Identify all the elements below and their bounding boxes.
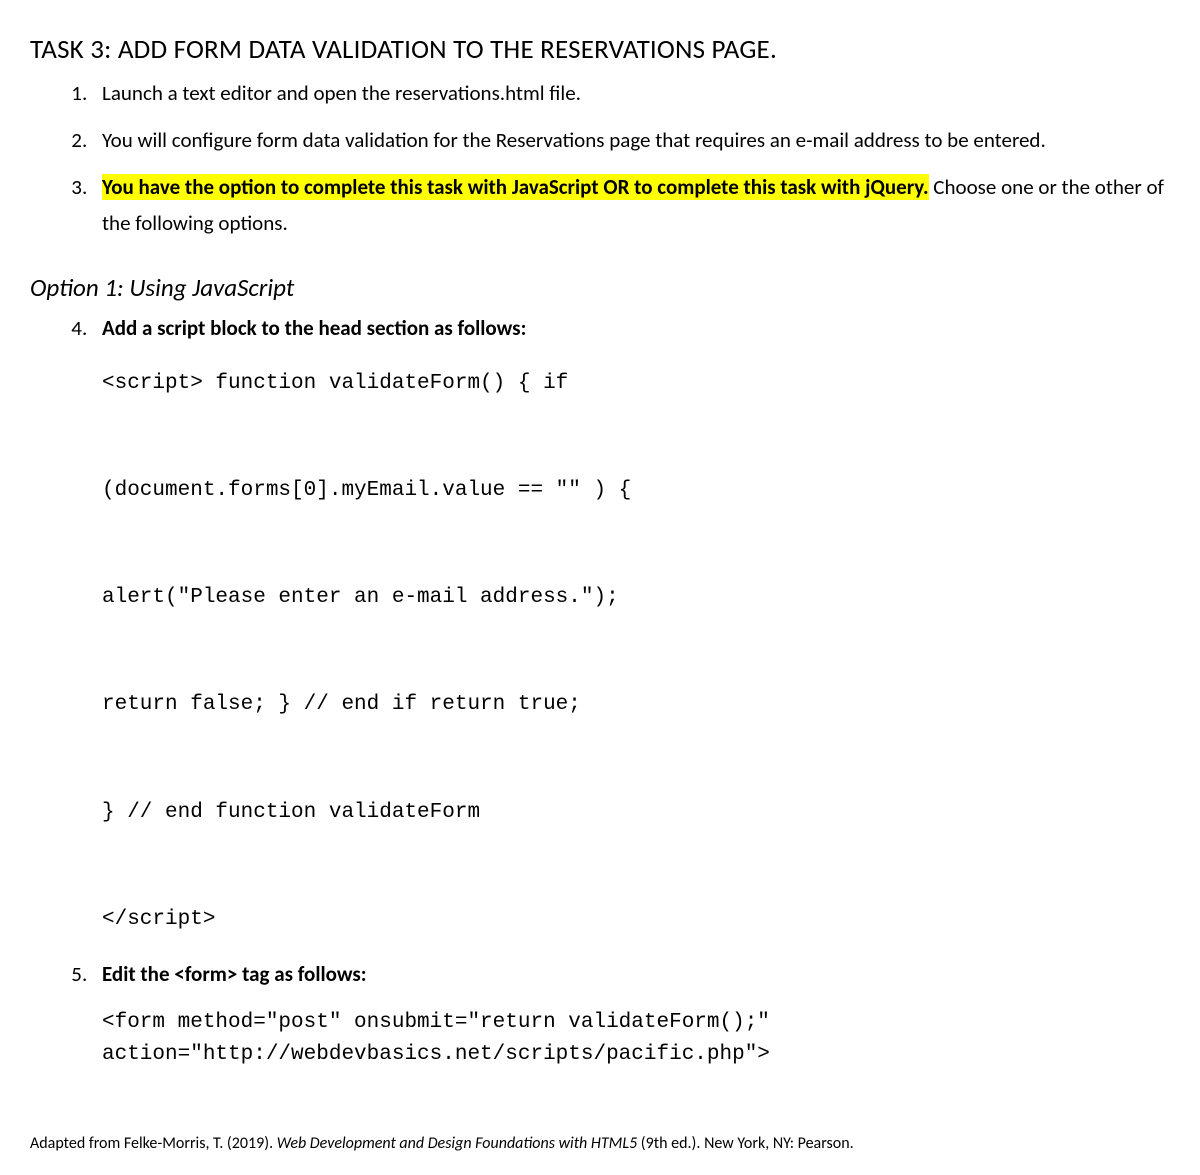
code1-line5: } // end function validateForm	[102, 801, 480, 824]
step-2: You will configure form data validation …	[92, 122, 1170, 159]
citation-suffix: (9th ed.). New York, NY: Pearson.	[637, 1134, 853, 1153]
step-3-highlight: You have the option to complete this tas…	[102, 174, 929, 200]
code1-line2: (document.forms[0].myEmail.value == "" )…	[102, 479, 631, 502]
step-5: Edit the <form> tag as follows: <form me…	[92, 956, 1170, 1072]
citation: Adapted from Felke-Morris, T. (2019). We…	[30, 1132, 1170, 1155]
code1-line1: <script> function validateForm() { if	[102, 372, 568, 395]
step-list: Launch a text editor and open the reserv…	[30, 75, 1170, 242]
step-4-text: Add a script block to the head section a…	[102, 315, 526, 341]
code2-line1: <form method="post" onsubmit="return val…	[102, 1011, 770, 1034]
task-title: TASK 3: ADD FORM DATA VALIDATION TO THE …	[30, 30, 1170, 69]
step-4: Add a script block to the head section a…	[92, 310, 1170, 946]
step-1: Launch a text editor and open the reserv…	[92, 75, 1170, 112]
code1-line4: return false; } // end if return true;	[102, 693, 581, 716]
citation-prefix: Adapted from Felke-Morris, T. (2019).	[30, 1134, 277, 1153]
code2-line2: action="http://webdevbasics.net/scripts/…	[102, 1043, 770, 1066]
code-block-1: <script> function validateForm() { if (d…	[102, 357, 1170, 946]
step-3: You have the option to complete this tas…	[92, 169, 1170, 243]
code1-line6: </script>	[102, 908, 215, 931]
step-list-continued: Add a script block to the head section a…	[30, 310, 1170, 1072]
citation-title: Web Development and Design Foundations w…	[277, 1134, 637, 1153]
option-1-heading: Option 1: Using JavaScript	[30, 270, 1170, 306]
code1-line3: alert("Please enter an e-mail address.")…	[102, 586, 619, 609]
step-5-text: Edit the <form> tag as follows:	[102, 961, 367, 987]
code-block-2: <form method="post" onsubmit="return val…	[102, 1007, 1170, 1072]
